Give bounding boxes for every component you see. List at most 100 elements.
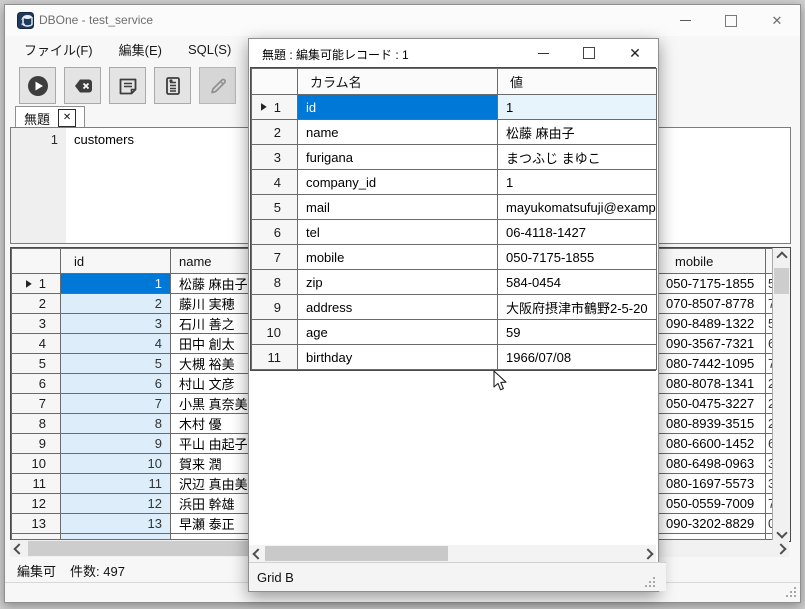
table-row[interactable]: 6tel06-4118-1427: [252, 220, 657, 245]
cell-column[interactable]: mail: [298, 195, 498, 220]
row-number[interactable]: 13: [12, 514, 61, 534]
row-number[interactable]: 10: [252, 320, 298, 345]
row-number[interactable]: 10: [12, 454, 61, 474]
document-button[interactable]: [154, 67, 191, 104]
col-header-id[interactable]: id: [61, 249, 171, 274]
cell-mobile[interactable]: 050-7175-1855: [659, 274, 766, 294]
new-note-button[interactable]: [109, 67, 146, 104]
cell-mobile[interactable]: 090-3202-8829: [659, 514, 766, 534]
table-row[interactable]: 5mailmayukomatsufuji@example.c: [252, 195, 657, 220]
menu-sql[interactable]: SQL(S): [175, 38, 244, 61]
cell-value[interactable]: 584-0454: [498, 270, 657, 295]
cell-value[interactable]: 1: [498, 170, 657, 195]
row-number[interactable]: 4: [252, 170, 298, 195]
cell-mobile[interactable]: 080-7442-1095: [659, 354, 766, 374]
vertical-scroll-thumb[interactable]: [774, 268, 789, 294]
col-header-column-name[interactable]: カラム名: [298, 69, 498, 95]
cell-mobile[interactable]: 080-1697-5573: [659, 474, 766, 494]
close-button[interactable]: ✕: [754, 5, 800, 36]
dialog-horizontal-scrollbar[interactable]: [249, 545, 656, 562]
col-header-mobile[interactable]: mobile: [659, 249, 766, 274]
row-number[interactable]: 7: [12, 394, 61, 414]
row-number[interactable]: 7: [252, 245, 298, 270]
row-number[interactable]: ▶1: [12, 274, 61, 294]
cell-column[interactable]: tel: [298, 220, 498, 245]
dialog-title-bar[interactable]: 無題 : 編集可能レコード : 1 ✕: [249, 39, 658, 67]
corner-header[interactable]: [252, 69, 298, 95]
horizontal-scroll-thumb[interactable]: [265, 546, 448, 561]
cell-column[interactable]: furigana: [298, 145, 498, 170]
row-number[interactable]: 6: [252, 220, 298, 245]
row-number[interactable]: 4: [12, 334, 61, 354]
table-row[interactable]: 3furiganaまつふじ まゆこ: [252, 145, 657, 170]
row-number[interactable]: 5: [252, 195, 298, 220]
row-number[interactable]: 2: [12, 294, 61, 314]
cell-mobile[interactable]: 070-8507-8778: [659, 294, 766, 314]
row-number[interactable]: 9: [12, 434, 61, 454]
cell-id[interactable]: 8: [61, 414, 171, 434]
cell-value[interactable]: まつふじ まゆこ: [498, 145, 657, 170]
table-row[interactable]: 7mobile050-7175-1855: [252, 245, 657, 270]
cell-id[interactable]: 2: [61, 294, 171, 314]
row-number[interactable]: 8: [12, 414, 61, 434]
dialog-resize-grip[interactable]: [644, 577, 656, 589]
cell-id[interactable]: 5: [61, 354, 171, 374]
cell-column[interactable]: company_id: [298, 170, 498, 195]
table-row[interactable]: ▶1 id 1: [252, 95, 657, 120]
scroll-right-button[interactable]: [772, 540, 789, 557]
minimize-button[interactable]: [662, 5, 708, 36]
scroll-left-button[interactable]: [249, 545, 266, 562]
cell-value[interactable]: 050-7175-1855: [498, 245, 657, 270]
cell-id-selected[interactable]: 1: [61, 274, 171, 294]
row-number[interactable]: 6: [12, 374, 61, 394]
table-row[interactable]: 10age59: [252, 320, 657, 345]
dialog-maximize-button[interactable]: [566, 39, 612, 67]
cell-id[interactable]: 6: [61, 374, 171, 394]
cell-column[interactable]: name: [298, 120, 498, 145]
cell-column[interactable]: age: [298, 320, 498, 345]
cell-id[interactable]: 10: [61, 454, 171, 474]
cell-mobile[interactable]: 080-6498-0963: [659, 454, 766, 474]
clear-button[interactable]: [64, 67, 101, 104]
table-row[interactable]: 2name松藤 麻由子: [252, 120, 657, 145]
cell-mobile[interactable]: 090-8489-1322: [659, 314, 766, 334]
cell-mobile[interactable]: 090-3567-7321: [659, 334, 766, 354]
cell-column[interactable]: mobile: [298, 245, 498, 270]
menu-file[interactable]: ファイル(F): [11, 36, 106, 63]
table-row[interactable]: 4company_id1: [252, 170, 657, 195]
cell-column[interactable]: zip: [298, 270, 498, 295]
dialog-close-button[interactable]: ✕: [612, 39, 658, 67]
tab-close-button[interactable]: ✕: [58, 109, 76, 127]
cell-value[interactable]: 1966/07/08: [498, 345, 657, 370]
row-number[interactable]: 8: [252, 270, 298, 295]
cell-id[interactable]: 11: [61, 474, 171, 494]
cell-mobile[interactable]: 080-8939-3515: [659, 414, 766, 434]
scroll-up-button[interactable]: [773, 248, 790, 265]
row-number[interactable]: 2: [252, 120, 298, 145]
maximize-button[interactable]: [708, 5, 754, 36]
table-row[interactable]: 9address大阪府摂津市鶴野2-5-20: [252, 295, 657, 320]
row-number[interactable]: 3: [252, 145, 298, 170]
cell-id[interactable]: 3: [61, 314, 171, 334]
cell-value[interactable]: 06-4118-1427: [498, 220, 657, 245]
edit-button[interactable]: [199, 67, 236, 104]
cell-mobile[interactable]: 050-0559-7009: [659, 494, 766, 514]
row-number[interactable]: 5: [12, 354, 61, 374]
menu-edit[interactable]: 編集(E): [106, 36, 175, 63]
resize-grip[interactable]: [785, 587, 797, 599]
row-number[interactable]: 12: [12, 494, 61, 514]
cell-id[interactable]: 7: [61, 394, 171, 414]
cell-mobile[interactable]: 050-0475-3227: [659, 394, 766, 414]
row-number[interactable]: 11: [252, 345, 298, 370]
cell-mobile[interactable]: 080-8078-1341: [659, 374, 766, 394]
table-row[interactable]: 11birthday1966/07/08: [252, 345, 657, 370]
cell-column-selected[interactable]: id: [298, 95, 498, 120]
cell-value[interactable]: 大阪府摂津市鶴野2-5-20: [498, 295, 657, 320]
scroll-right-button[interactable]: [639, 545, 656, 562]
sql-text[interactable]: customers: [74, 132, 134, 147]
cell-id[interactable]: 12: [61, 494, 171, 514]
cell-id[interactable]: 9: [61, 434, 171, 454]
row-number[interactable]: ▶1: [252, 95, 298, 120]
row-number[interactable]: 9: [252, 295, 298, 320]
scroll-down-button[interactable]: [773, 524, 790, 541]
